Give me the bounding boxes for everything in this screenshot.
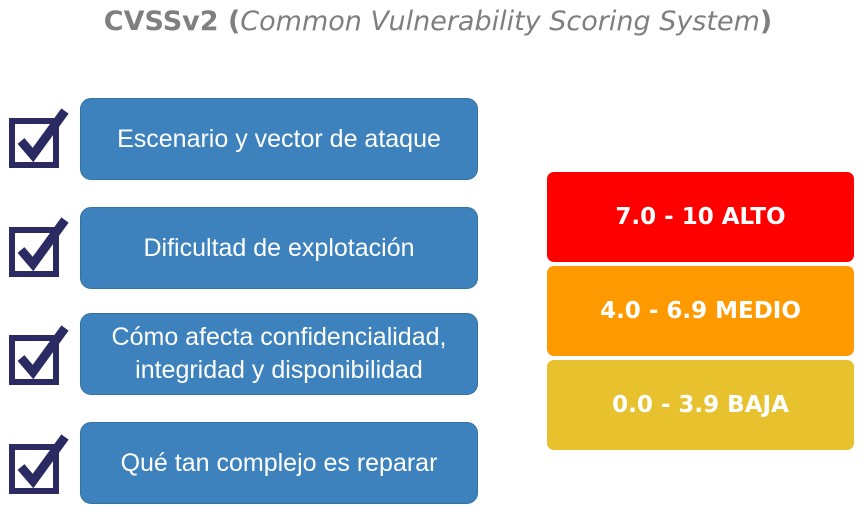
page-title: CVSSv2 (Common Vulnerability Scoring Sys…	[0, 6, 864, 37]
checklist-item-line: Qué tan complejo es reparar	[120, 448, 438, 477]
severity-medium-badge: 4.0 - 6.9 MEDIO	[547, 266, 854, 356]
checklist-item-line: Dificultad de explotación	[143, 233, 415, 262]
severity-high-badge: 7.0 - 10 ALTO	[547, 172, 854, 262]
checklist-item-line: Cómo afecta confidencialidad,	[111, 323, 447, 351]
title-prefix: CVSSv2 (	[103, 6, 241, 37]
title-italic: Common Vulnerability Scoring System	[240, 6, 760, 37]
checklist-item-exploit-difficulty: Dificultad de explotación	[80, 207, 478, 289]
checklist-item-attack-vector: Escenario y vector de ataque	[80, 98, 478, 180]
checklist-item-line: integridad y disponibilidad	[135, 356, 423, 384]
checklist-item-cia-impact: Cómo afecta confidencialidad, integridad…	[80, 313, 478, 395]
checklist-item-repair-complexity: Qué tan complejo es reparar	[80, 422, 478, 504]
checkbox-checked-icon	[7, 217, 71, 281]
checkbox-checked-icon	[7, 108, 71, 172]
checklist-item-line: Escenario y vector de ataque	[117, 124, 441, 153]
checkbox-checked-icon	[7, 325, 71, 389]
severity-low-badge: 0.0 - 3.9 BAJA	[547, 360, 854, 450]
title-suffix: )	[759, 6, 773, 37]
checkbox-checked-icon	[7, 434, 71, 498]
